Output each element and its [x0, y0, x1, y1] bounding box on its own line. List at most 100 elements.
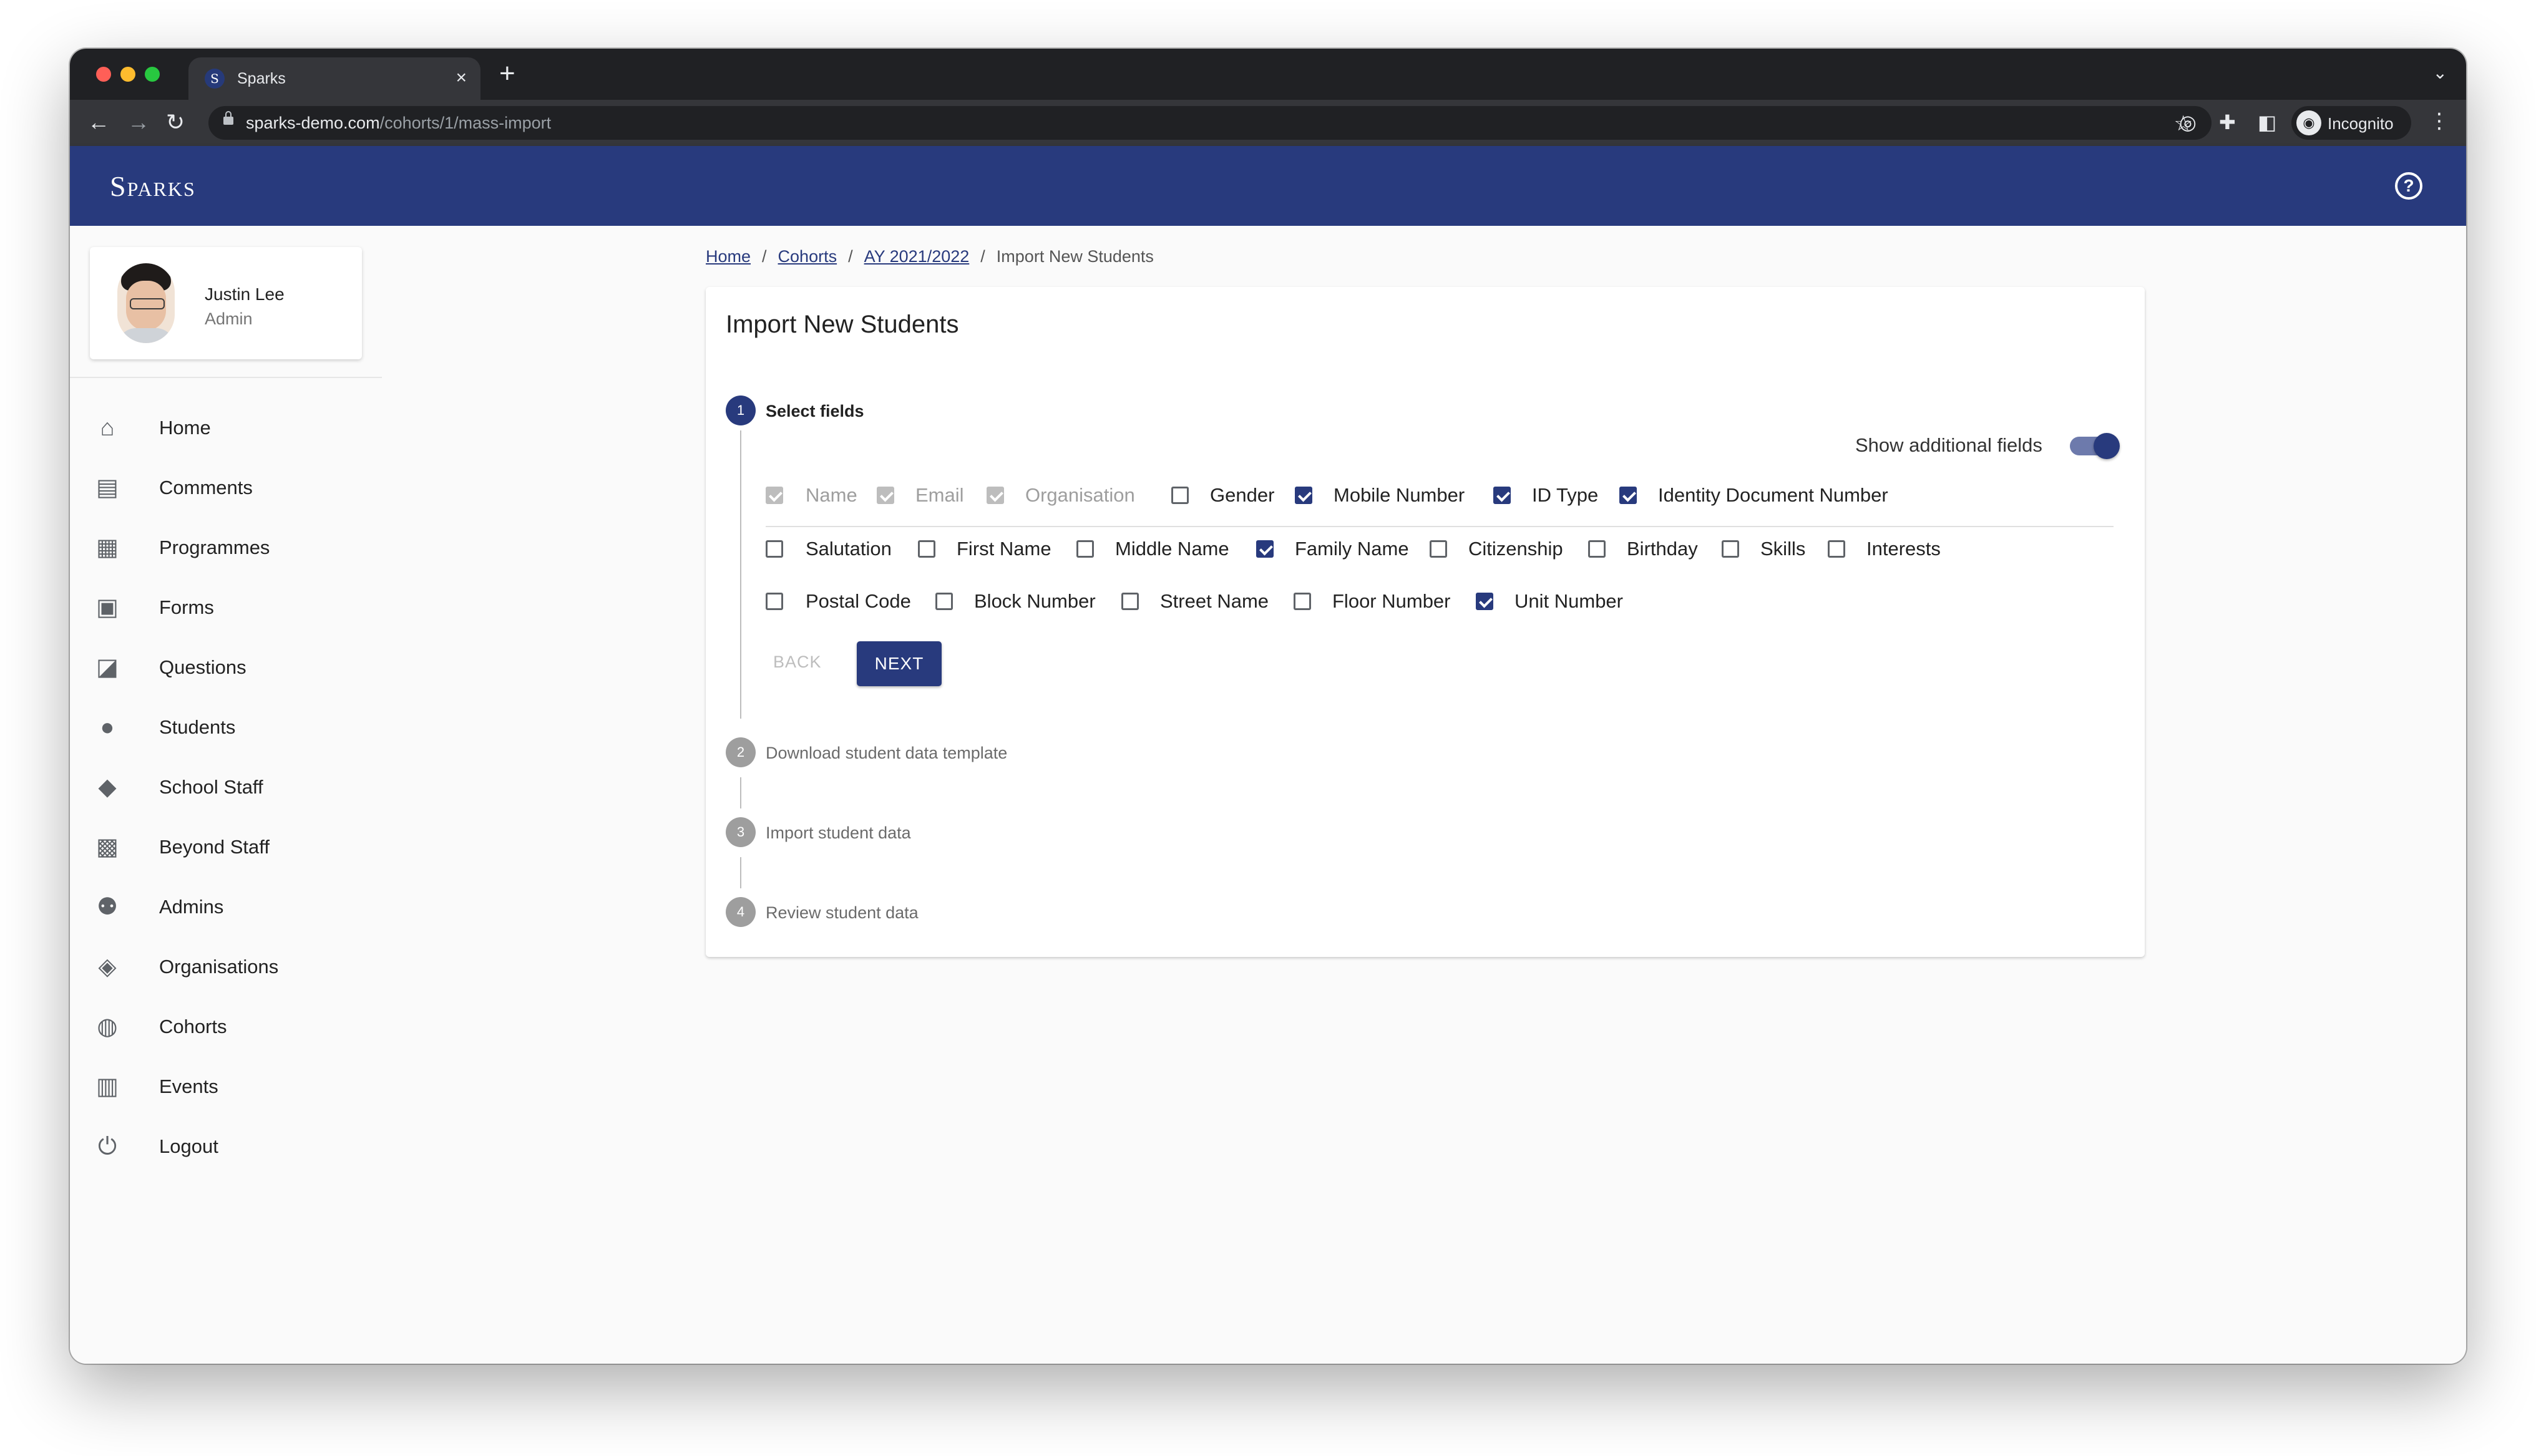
toggle-thumb[interactable]: [2094, 433, 2120, 459]
checkbox-label-family-name[interactable]: Family Name: [1295, 538, 1409, 560]
checkbox-family-name[interactable]: [1256, 540, 1274, 558]
sidebar-item-logout[interactable]: ⏻ Logout: [70, 1117, 382, 1177]
sidebar-item-admins[interactable]: ⚉ Admins: [70, 877, 382, 937]
breadcrumb-cohort-link[interactable]: AY 2021/2022: [864, 247, 970, 266]
tab-search-chevron-icon[interactable]: ⌄: [2433, 62, 2447, 83]
checkbox-label-salutation[interactable]: Salutation: [806, 538, 892, 560]
url-host: sparks-demo.com: [246, 114, 380, 132]
sidebar-item-comments[interactable]: ▤ Comments: [70, 458, 382, 518]
import-card: Import New Students 1 Select fields Show…: [706, 287, 2145, 957]
sidebar-item-home[interactable]: ⌂ Home: [70, 398, 382, 458]
checkbox-label-identity-document-number[interactable]: Identity Document Number: [1658, 484, 1888, 507]
checkbox-label-block-number[interactable]: Block Number: [974, 590, 1096, 613]
sidebar-item-forms[interactable]: ▣ Forms: [70, 578, 382, 638]
comment-icon: ▤: [96, 475, 119, 501]
extension-target-icon[interactable]: ◎: [2179, 110, 2197, 135]
sidebar-item-beyond-staff[interactable]: ▩ Beyond Staff: [70, 817, 382, 877]
url-path: /cohorts/1/mass-import: [379, 114, 552, 132]
step-1-label: Select fields: [766, 402, 864, 420]
browser-tab[interactable]: S Sparks ×: [188, 57, 480, 100]
step-connector: [740, 777, 741, 808]
brand-logo[interactable]: Sparks: [110, 170, 196, 203]
window-zoom-button[interactable]: [145, 67, 160, 82]
sidebar-item-students[interactable]: ● Students: [70, 697, 382, 757]
back-arrow-icon[interactable]: ←: [87, 110, 110, 135]
step-4-label: Review student data: [766, 903, 919, 922]
help-icon[interactable]: ?: [2395, 172, 2422, 200]
checkbox-id-type[interactable]: [1493, 487, 1511, 504]
checkbox-label-interests[interactable]: Interests: [1866, 538, 1941, 560]
incognito-profile-button[interactable]: ◉ Incognito: [2291, 106, 2411, 140]
breadcrumb-separator: /: [848, 247, 853, 266]
step-1-indicator: 1: [726, 396, 756, 425]
sidebar-item-label: Comments: [159, 477, 253, 498]
sidebar-item-label: Events: [159, 1075, 218, 1097]
checkbox-mobile-number[interactable]: [1295, 487, 1312, 504]
sidebar-item-label: Organisations: [159, 956, 279, 978]
checkbox-label-first-name[interactable]: First Name: [957, 538, 1051, 560]
checkbox-skills[interactable]: [1722, 540, 1739, 558]
checkbox-label-floor-number[interactable]: Floor Number: [1332, 590, 1451, 613]
tab-close-icon[interactable]: ×: [456, 67, 467, 89]
step-4-indicator: 4: [726, 897, 756, 927]
checkbox-label-unit-number[interactable]: Unit Number: [1514, 590, 1623, 613]
lock-icon: [223, 111, 233, 125]
window-close-button[interactable]: [96, 67, 111, 82]
checkbox-middle-name[interactable]: [1076, 540, 1094, 558]
forward-arrow-icon[interactable]: →: [127, 110, 150, 135]
sidebar-item-school-staff[interactable]: ◆ School Staff: [70, 757, 382, 817]
checkbox-label-postal-code[interactable]: Postal Code: [806, 590, 911, 613]
browser-menu-icon[interactable]: ⋮: [2429, 109, 2450, 133]
sidebar-item-questions[interactable]: ◪ Questions: [70, 638, 382, 697]
checkbox-email: [877, 487, 894, 504]
document-icon: ▦: [96, 535, 119, 561]
favicon-icon: S: [205, 69, 225, 89]
calendar-icon: ▥: [96, 1074, 119, 1100]
checkbox-first-name[interactable]: [918, 540, 935, 558]
checkbox-interests[interactable]: [1828, 540, 1845, 558]
extensions-puzzle-icon[interactable]: ✚: [2219, 110, 2236, 135]
checkbox-label-id-type[interactable]: ID Type: [1532, 484, 1598, 507]
checkbox-label-street-name[interactable]: Street Name: [1160, 590, 1269, 613]
page-title: Import New Students: [726, 311, 959, 338]
checkbox-label-birthday[interactable]: Birthday: [1627, 538, 1698, 560]
side-panel-icon[interactable]: ◧: [2258, 110, 2276, 135]
tab-title: Sparks: [237, 70, 286, 87]
checkbox-salutation[interactable]: [766, 540, 783, 558]
checkbox-citizenship[interactable]: [1430, 540, 1447, 558]
breadcrumb-separator: /: [980, 247, 985, 266]
sidebar-item-organisations[interactable]: ◈ Organisations: [70, 937, 382, 997]
sidebar-item-events[interactable]: ▥ Events: [70, 1057, 382, 1117]
breadcrumb-home-link[interactable]: Home: [706, 247, 751, 266]
checkbox-postal-code[interactable]: [766, 593, 783, 610]
breadcrumb-cohorts-link[interactable]: Cohorts: [778, 247, 837, 266]
checkbox-label-middle-name[interactable]: Middle Name: [1115, 538, 1229, 560]
step-connector: [740, 857, 741, 888]
window-minimize-button[interactable]: [120, 67, 135, 82]
checkbox-label-gender[interactable]: Gender: [1210, 484, 1274, 507]
sidebar-item-label: Questions: [159, 656, 246, 678]
checkbox-floor-number[interactable]: [1294, 593, 1311, 610]
back-button[interactable]: BACK: [773, 653, 822, 672]
person-icon: ●: [100, 714, 115, 740]
checkbox-unit-number[interactable]: [1476, 593, 1493, 610]
checkbox-identity-document-number[interactable]: [1619, 487, 1637, 504]
reload-icon[interactable]: ↻: [166, 110, 185, 135]
url-text: sparks-demo.com/cohorts/1/mass-import: [246, 114, 551, 132]
sidebar-item-programmes[interactable]: ▦ Programmes: [70, 518, 382, 578]
checkbox-street-name[interactable]: [1121, 593, 1139, 610]
next-button[interactable]: NEXT: [857, 641, 942, 686]
sidebar-item-cohorts[interactable]: ◍ Cohorts: [70, 997, 382, 1057]
checkbox-label-mobile-number[interactable]: Mobile Number: [1334, 484, 1465, 507]
browser-window: S Sparks × + ⌄ ← → ↻ sparks-demo.com/coh…: [70, 49, 2466, 1364]
checkbox-label-skills[interactable]: Skills: [1760, 538, 1805, 560]
checkbox-gender[interactable]: [1171, 487, 1189, 504]
checkbox-block-number[interactable]: [935, 593, 953, 610]
new-tab-icon[interactable]: +: [499, 60, 515, 87]
group-circle-icon: ◍: [97, 1014, 118, 1040]
address-bar[interactable]: sparks-demo.com/cohorts/1/mass-import ☆: [208, 106, 2212, 140]
app-header: Sparks ?: [70, 146, 2466, 226]
checkbox-birthday[interactable]: [1588, 540, 1606, 558]
step-2-indicator: 2: [726, 737, 756, 767]
checkbox-label-citizenship[interactable]: Citizenship: [1468, 538, 1563, 560]
